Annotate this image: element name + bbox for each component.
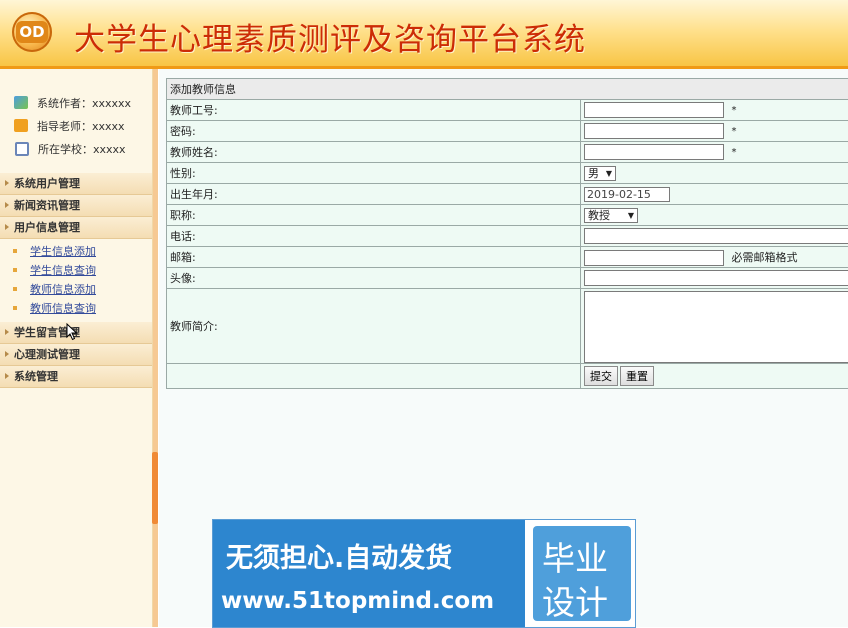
- title-select[interactable]: 教授 ▼: [584, 208, 638, 223]
- watermark-slogan: 无须担心.自动发货: [226, 536, 452, 575]
- gender-value: 男: [588, 165, 599, 181]
- required-mark: *: [732, 147, 737, 158]
- birth-date-input[interactable]: [584, 187, 670, 202]
- sidebar-splitter[interactable]: [153, 69, 158, 627]
- reset-button[interactable]: 重置: [620, 366, 654, 386]
- row-phone: 电话:: [167, 226, 848, 247]
- label-intro: 教师简介:: [167, 289, 581, 364]
- menu-psych-test[interactable]: 心理测试管理: [0, 344, 152, 366]
- dropdown-arrow-icon: ▼: [606, 169, 612, 178]
- menu-item-add-student[interactable]: 学生信息添加: [0, 242, 152, 261]
- label-birth-date: 出生年月:: [167, 184, 581, 205]
- row-gender: 性别: 男 ▼: [167, 163, 848, 184]
- watermark-url: www.51topmind.com: [221, 588, 494, 614]
- row-teacher-id: 教师工号: *: [167, 100, 848, 121]
- app-logo-icon: OD: [12, 12, 52, 52]
- watermark-left: 无须担心.自动发货 www.51topmind.com: [213, 520, 525, 627]
- teacher-icon: [14, 119, 28, 132]
- menu-system[interactable]: 系统管理: [0, 366, 152, 388]
- row-email: 邮箱: 必需邮箱格式: [167, 247, 848, 268]
- phone-input[interactable]: [584, 228, 848, 244]
- label-teacher-name: 教师姓名:: [167, 142, 581, 163]
- label-phone: 电话:: [167, 226, 581, 247]
- label-teacher-id: 教师工号:: [167, 100, 581, 121]
- row-avatar: 头像:: [167, 268, 848, 289]
- row-intro: 教师简介:: [167, 289, 848, 364]
- sidebar-menu: 系统用户管理 新闻资讯管理 用户信息管理 学生信息添加 学生信息查询 教师信息添…: [0, 173, 152, 388]
- mouse-cursor-icon: [66, 323, 78, 341]
- label-password: 密码:: [167, 121, 581, 142]
- school-icon: [15, 142, 29, 156]
- row-teacher-name: 教师姓名: *: [167, 142, 848, 163]
- row-title: 职称: 教授 ▼: [167, 205, 848, 226]
- advisor-label: 指导老师：xxxxx: [37, 118, 125, 134]
- email-hint: 必需邮箱格式: [732, 251, 798, 264]
- gender-select[interactable]: 男 ▼: [584, 166, 616, 181]
- form-caption: 添加教师信息: [167, 79, 848, 100]
- avatar-input[interactable]: [584, 270, 848, 286]
- app-header: OD 大学生心理素质测评及咨询平台系统: [0, 0, 848, 69]
- user-info-submenu: 学生信息添加 学生信息查询 教师信息添加 教师信息查询: [0, 239, 152, 322]
- title-value: 教授: [588, 207, 610, 223]
- row-actions: 提交重置: [167, 364, 848, 389]
- users-icon: [14, 96, 28, 109]
- school-row: 所在学校：xxxxx: [14, 137, 131, 160]
- advisor-row: 指导老师：xxxxx: [14, 114, 131, 137]
- row-birth-date: 出生年月:: [167, 184, 848, 205]
- row-password: 密码: *: [167, 121, 848, 142]
- menu-system-users[interactable]: 系统用户管理: [0, 173, 152, 195]
- required-mark: *: [732, 126, 737, 137]
- email-input[interactable]: [584, 250, 724, 266]
- menu-news[interactable]: 新闻资讯管理: [0, 195, 152, 217]
- form-caption-row: 添加教师信息: [167, 79, 848, 100]
- author-row: 系统作者：xxxxxx: [14, 91, 131, 114]
- add-teacher-form: 添加教师信息 教师工号: * 密码: * 教师姓名: * 性别: 男 ▼ 出生年…: [166, 78, 848, 389]
- password-input[interactable]: [584, 123, 724, 139]
- watermark-right: 毕业 设计: [533, 526, 631, 621]
- label-avatar: 头像:: [167, 268, 581, 289]
- submit-button[interactable]: 提交: [584, 366, 618, 386]
- teacher-name-input[interactable]: [584, 144, 724, 160]
- intro-textarea[interactable]: [584, 291, 848, 363]
- sidebar-collapse-handle[interactable]: [152, 452, 158, 524]
- label-email: 邮箱:: [167, 247, 581, 268]
- label-title: 职称:: [167, 205, 581, 226]
- menu-item-query-teacher[interactable]: 教师信息查询: [0, 299, 152, 318]
- author-label: 系统作者：xxxxxx: [37, 95, 131, 111]
- school-label: 所在学校：xxxxx: [38, 141, 126, 157]
- menu-item-query-student[interactable]: 学生信息查询: [0, 261, 152, 280]
- watermark-banner: 无须担心.自动发货 www.51topmind.com 毕业 设计: [212, 519, 636, 628]
- menu-user-info[interactable]: 用户信息管理: [0, 217, 152, 239]
- teacher-id-input[interactable]: [584, 102, 724, 118]
- watermark-right-line1: 毕业: [542, 532, 608, 580]
- watermark-right-line2: 设计: [542, 576, 608, 624]
- author-info: 系统作者：xxxxxx 指导老师：xxxxx 所在学校：xxxxx: [14, 91, 131, 160]
- label-gender: 性别:: [167, 163, 581, 184]
- required-mark: *: [732, 105, 737, 116]
- menu-item-add-teacher[interactable]: 教师信息添加: [0, 280, 152, 299]
- app-title: 大学生心理素质测评及咨询平台系统: [74, 14, 586, 59]
- sidebar: 系统作者：xxxxxx 指导老师：xxxxx 所在学校：xxxxx 系统用户管理…: [0, 69, 153, 627]
- dropdown-arrow-icon: ▼: [628, 211, 634, 220]
